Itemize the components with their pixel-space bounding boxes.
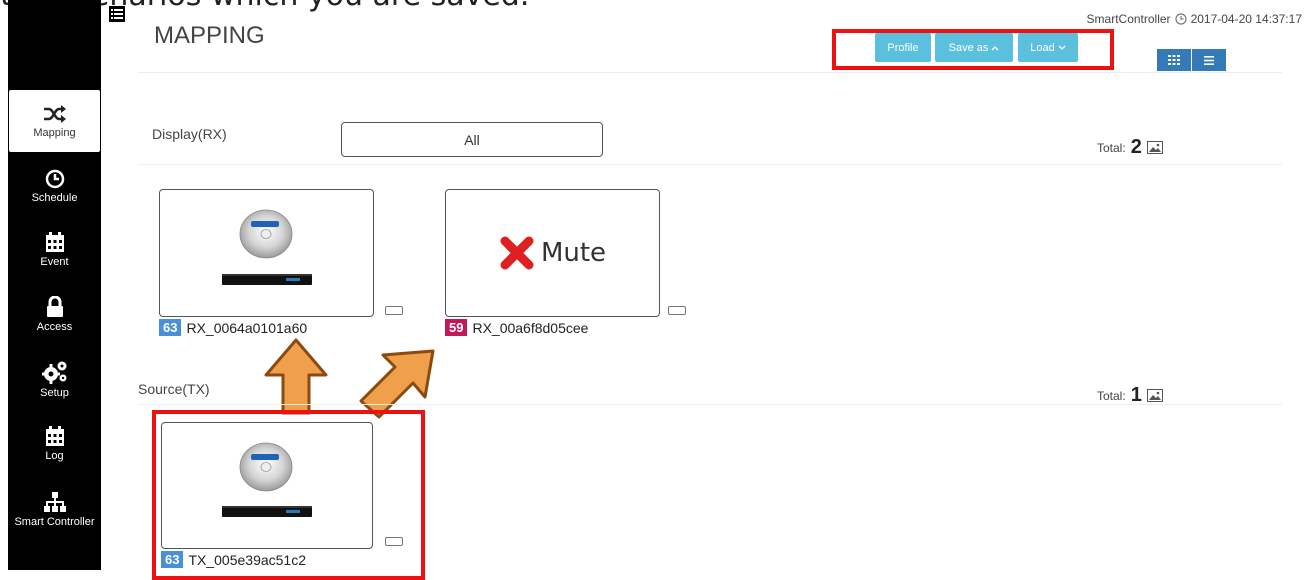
filter-select-value: All <box>464 131 480 148</box>
sidebar-item-access[interactable]: Access <box>8 283 101 345</box>
rx-card-mute[interactable]: Mute <box>445 189 660 317</box>
grid-view-button[interactable] <box>1157 49 1191 71</box>
sidebar-item-event[interactable]: Event <box>8 218 101 280</box>
list-menu-icon[interactable] <box>109 6 125 22</box>
gears-icon <box>41 361 66 384</box>
display-total: Total: 2 <box>1097 136 1163 159</box>
lock-icon <box>46 295 63 317</box>
grid-icon <box>1168 55 1180 65</box>
hdmi-port-icon <box>385 306 403 315</box>
source-highlight-box <box>152 410 425 580</box>
close-icon <box>500 236 534 270</box>
header-divider <box>138 72 1282 73</box>
section-divider <box>138 404 1282 405</box>
image-icon[interactable] <box>1146 141 1163 154</box>
sidebar-item-label: Log <box>45 449 64 462</box>
sidebar-item-log[interactable]: Log <box>8 412 101 474</box>
source-section-label: Source(TX) <box>138 381 210 397</box>
sidebar-item-setup[interactable]: Setup <box>8 348 101 410</box>
toolbar-highlight-box <box>832 29 1114 70</box>
sidebar-item-mapping[interactable]: Mapping <box>9 90 100 152</box>
list-icon <box>1204 55 1214 65</box>
sidebar: Mapping Schedule Event Access Setup Log … <box>8 0 101 570</box>
sidebar-item-smart-controller[interactable]: Smart Controller <box>8 478 101 540</box>
total-count: 2 <box>1130 136 1142 158</box>
device-name: RX_0064a0101a60 <box>186 319 308 336</box>
display-section-label: Display(RX) <box>152 126 227 142</box>
device-name: RX_00a6f8d05cee <box>472 319 589 336</box>
datetime-text: 2017-04-20 14:37:17 <box>1190 12 1302 26</box>
calendar-icon <box>45 231 64 252</box>
calendar-icon <box>45 425 64 446</box>
sidebar-item-label: Access <box>36 320 73 333</box>
sidebar-item-label: Smart Controller <box>14 515 95 528</box>
status-line: SmartController 2017-04-20 14:37:17 <box>1087 12 1302 26</box>
page-title: MAPPING <box>154 22 265 49</box>
image-icon[interactable] <box>1146 389 1163 402</box>
clock-icon <box>1174 13 1187 25</box>
rx-card-label: 63 RX_0064a0101a60 <box>159 319 307 336</box>
mute-label: Mute <box>540 238 607 268</box>
clock-icon <box>45 169 64 188</box>
display-filter-select[interactable]: All <box>341 122 603 157</box>
total-label: Total: <box>1097 388 1126 403</box>
sitemap-icon <box>43 491 66 512</box>
id-badge: 59 <box>445 319 468 336</box>
sidebar-item-schedule[interactable]: Schedule <box>8 155 101 217</box>
sidebar-item-label: Setup <box>40 386 69 399</box>
id-badge: 63 <box>159 319 182 336</box>
sidebar-item-label: Mapping <box>33 126 76 139</box>
total-label: Total: <box>1097 140 1126 155</box>
section-divider <box>138 164 1282 165</box>
shuffle-icon <box>43 104 66 123</box>
blu-ray-player-icon <box>222 209 312 285</box>
list-view-button[interactable] <box>1191 49 1226 71</box>
sidebar-item-label: Event <box>40 255 69 268</box>
device-name: SmartController <box>1086 12 1171 26</box>
hdmi-port-icon <box>668 306 686 315</box>
view-toggle <box>1157 49 1226 71</box>
rx-card-label: 59 RX_00a6f8d05cee <box>445 319 588 336</box>
rx-card[interactable] <box>159 189 374 317</box>
sidebar-item-label: Schedule <box>31 191 78 204</box>
